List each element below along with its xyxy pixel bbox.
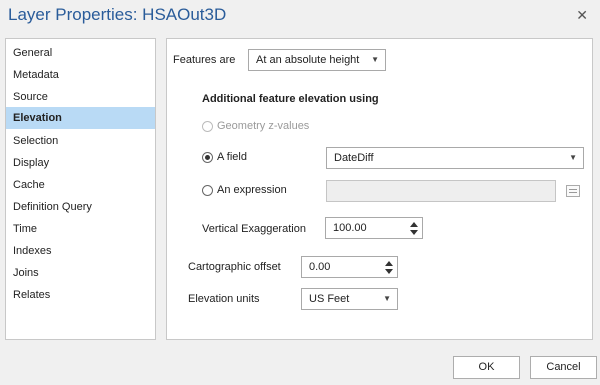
chevron-down-icon: ▼ (569, 153, 577, 162)
radio-dot-icon (205, 155, 210, 160)
sidebar-item-joins[interactable]: Joins (6, 262, 155, 284)
additional-elevation-heading: Additional feature elevation using (202, 93, 379, 105)
expression-builder-icon[interactable] (566, 185, 580, 197)
elevation-units-value: US Feet (309, 293, 350, 305)
chevron-down-icon: ▼ (371, 55, 379, 64)
field-value: DateDiff (334, 152, 374, 164)
features-are-dropdown[interactable]: At an absolute height ▼ (248, 49, 386, 71)
sidebar-item-display[interactable]: Display (6, 152, 155, 174)
spin-arrows-icon[interactable] (410, 220, 418, 236)
an-expression-radio[interactable] (202, 185, 213, 196)
sidebar-item-cache[interactable]: Cache (6, 174, 155, 196)
sidebar-nav: General Metadata Source Elevation Select… (5, 38, 156, 340)
sidebar-item-source[interactable]: Source (6, 86, 155, 108)
geometry-z-values-label: Geometry z-values (217, 120, 310, 132)
sidebar-item-definition-query[interactable]: Definition Query (6, 196, 155, 218)
cartographic-offset-value: 0.00 (309, 261, 331, 273)
expression-line (569, 192, 577, 193)
elevation-units-dropdown[interactable]: US Feet ▼ (301, 288, 398, 310)
sidebar-item-selection[interactable]: Selection (6, 130, 155, 152)
field-dropdown[interactable]: DateDiff ▼ (326, 147, 584, 169)
chevron-down-icon: ▼ (383, 294, 391, 303)
sidebar-item-metadata[interactable]: Metadata (6, 64, 155, 86)
cartographic-offset-input[interactable]: 0.00 (301, 256, 398, 278)
vertical-exaggeration-label: Vertical Exaggeration (202, 223, 306, 235)
expression-input (326, 180, 556, 202)
features-are-label: Features are (173, 54, 236, 66)
spin-arrows-icon[interactable] (385, 259, 393, 275)
window-title: Layer Properties: HSAOut3D (8, 5, 227, 24)
sidebar-item-elevation[interactable]: Elevation (6, 107, 155, 129)
an-expression-label[interactable]: An expression (217, 184, 287, 196)
geometry-z-values-radio (202, 121, 213, 132)
sidebar-item-relates[interactable]: Relates (6, 284, 155, 306)
features-are-value: At an absolute height (256, 54, 360, 66)
a-field-radio[interactable] (202, 152, 213, 163)
ok-button[interactable]: OK (453, 356, 520, 379)
elevation-units-label: Elevation units (188, 293, 260, 305)
a-field-label[interactable]: A field (217, 151, 247, 163)
cancel-button[interactable]: Cancel (530, 356, 597, 379)
sidebar-item-indexes[interactable]: Indexes (6, 240, 155, 262)
vertical-exaggeration-value: 100.00 (333, 222, 367, 234)
close-icon[interactable]: ✕ (576, 7, 588, 24)
vertical-exaggeration-input[interactable]: 100.00 (325, 217, 423, 239)
cartographic-offset-label: Cartographic offset (188, 261, 281, 273)
sidebar-item-general[interactable]: General (6, 42, 155, 64)
sidebar-item-time[interactable]: Time (6, 218, 155, 240)
expression-line (569, 189, 577, 190)
